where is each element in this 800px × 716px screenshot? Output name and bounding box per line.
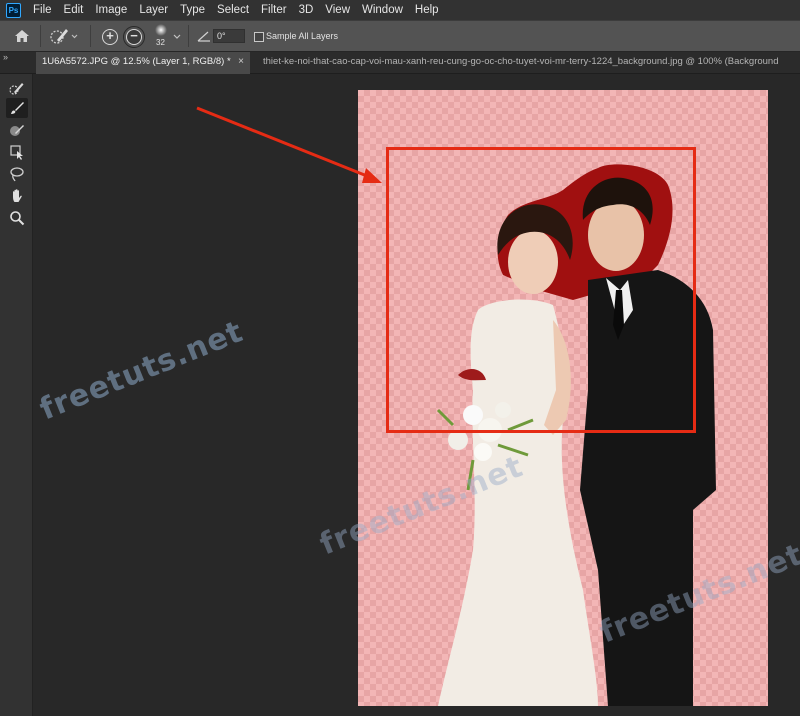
menu-file[interactable]: File	[27, 4, 58, 16]
photoshop-logo-icon[interactable]: Ps	[6, 2, 21, 18]
sample-all-layers-label[interactable]: Sample All Layers	[266, 31, 338, 41]
home-icon[interactable]	[12, 27, 32, 45]
menu-bar: Ps File Edit Image Layer Type Select Fil…	[0, 0, 800, 20]
menu-select[interactable]: Select	[211, 4, 255, 16]
menu-edit[interactable]: Edit	[58, 4, 90, 16]
tab-thiet-ke-noi-that[interactable]: thiet-ke-noi-that-cao-cap-voi-mau-xanh-r…	[255, 52, 800, 74]
menu-view[interactable]: View	[319, 4, 356, 16]
refine-edge-brush-tool-icon[interactable]	[6, 120, 28, 140]
panel-expand-icon[interactable]: »	[3, 52, 8, 62]
tools-panel	[0, 74, 33, 716]
highlight-rectangle	[386, 147, 696, 433]
tab-1u6a5572[interactable]: 1U6A5572.JPG @ 12.5% (Layer 1, RGB/8) * …	[36, 52, 250, 74]
menu-filter[interactable]: Filter	[255, 4, 293, 16]
quick-selection-brush-icon[interactable]	[48, 26, 78, 46]
menu-type[interactable]: Type	[174, 4, 211, 16]
angle-input[interactable]: 0°	[213, 29, 245, 43]
quick-selection-tool-icon[interactable]	[6, 78, 28, 98]
sample-all-layers-checkbox[interactable]	[254, 32, 264, 42]
options-divider	[188, 25, 189, 47]
add-to-selection-icon[interactable]: +	[102, 29, 118, 45]
tab-label: thiet-ke-noi-that-cao-cap-voi-mau-xanh-r…	[263, 56, 779, 67]
menu-image[interactable]: Image	[89, 4, 133, 16]
tab-label: 1U6A5572.JPG @ 12.5% (Layer 1, RGB/8) *	[42, 56, 231, 67]
brush-preset-icon[interactable]	[152, 23, 170, 37]
document-tab-bar: » 1U6A5572.JPG @ 12.5% (Layer 1, RGB/8) …	[0, 52, 800, 74]
options-divider	[40, 25, 41, 47]
options-divider	[90, 25, 91, 47]
hand-tool-icon[interactable]	[6, 186, 28, 206]
brush-size-label: 32	[156, 38, 165, 47]
brush-tool-icon[interactable]	[6, 98, 28, 118]
menu-help[interactable]: Help	[409, 4, 445, 16]
menu-window[interactable]: Window	[356, 4, 409, 16]
zoom-tool-icon[interactable]	[6, 208, 28, 228]
object-selection-tool-icon[interactable]	[6, 142, 28, 162]
options-bar: + − 32 0° Sample All Layers	[0, 20, 800, 52]
close-icon[interactable]: ×	[238, 52, 244, 72]
angle-icon	[197, 29, 211, 42]
brush-preset-dropdown-icon[interactable]	[172, 29, 182, 39]
subtract-from-selection-icon[interactable]: −	[123, 26, 145, 48]
menu-3d[interactable]: 3D	[293, 4, 320, 16]
lasso-tool-icon[interactable]	[6, 164, 28, 184]
menu-layer[interactable]: Layer	[133, 4, 174, 16]
